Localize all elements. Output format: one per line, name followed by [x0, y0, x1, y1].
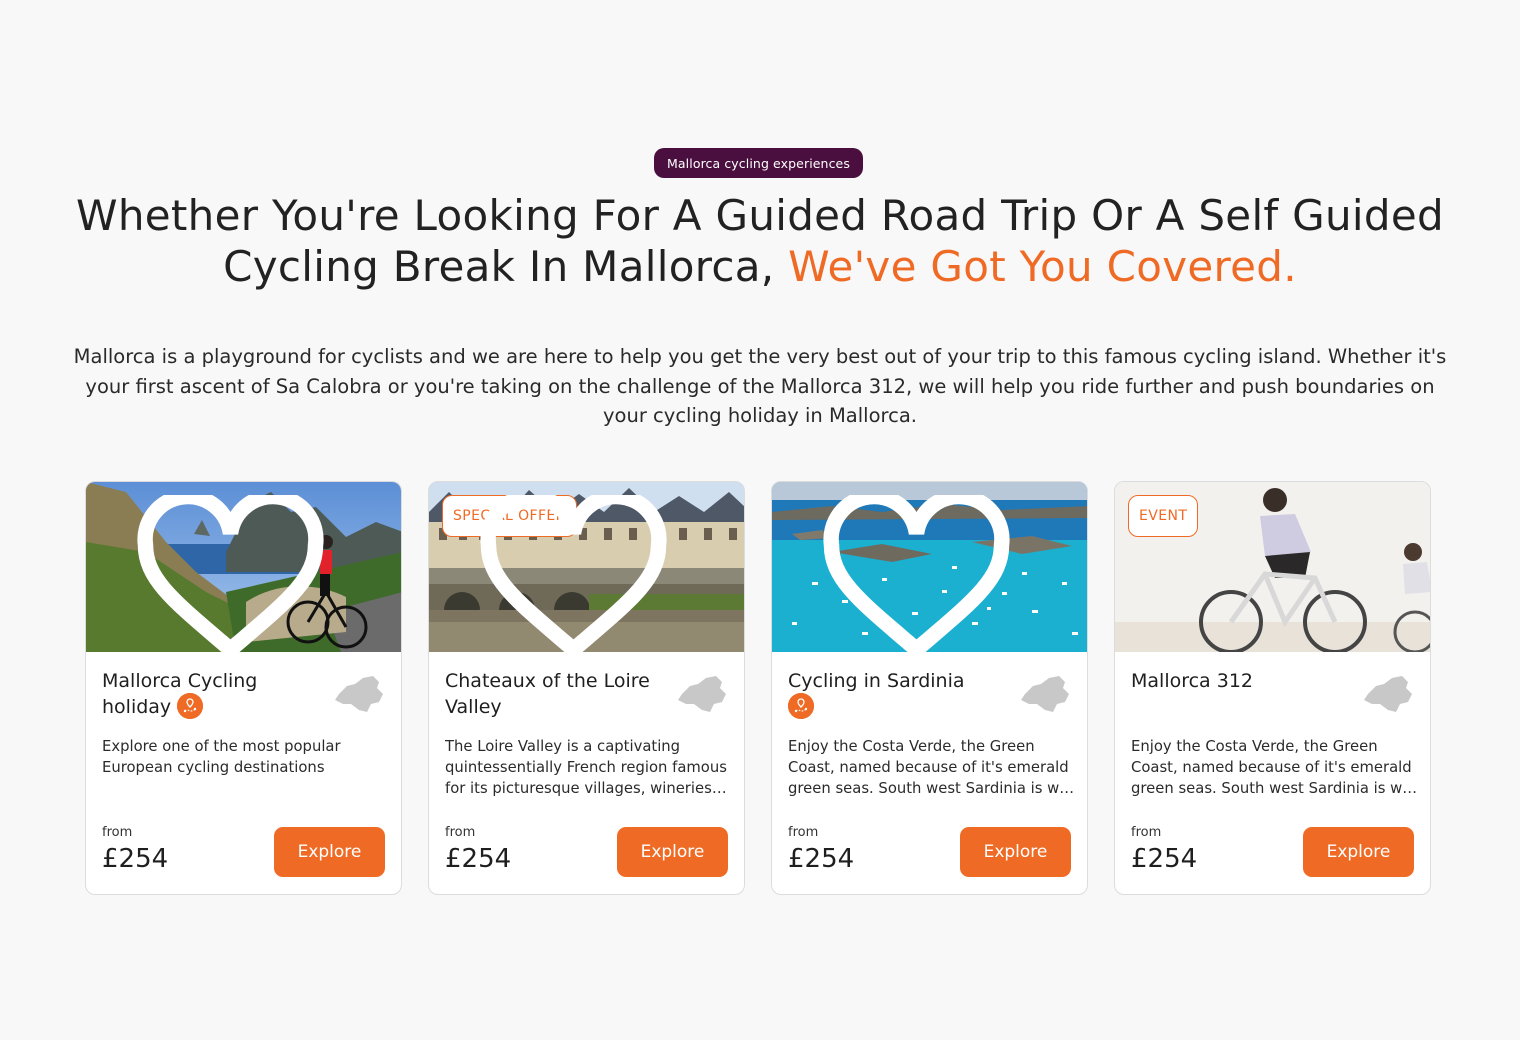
tour-price: £254: [445, 844, 512, 874]
tour-price: £254: [102, 844, 169, 874]
headline-line1: Whether You're Looking For A Guided Road…: [76, 191, 1444, 240]
mallorca-map-icon: [1021, 676, 1069, 712]
favorite-heart-icon[interactable]: [429, 495, 732, 652]
tour-card[interactable]: Mallorca Cycling holiday Explore one of …: [85, 481, 402, 895]
tour-title-text[interactable]: Mallorca 312: [1131, 670, 1253, 692]
tour-description: Enjoy the Costa Verde, the Green Coast, …: [1131, 738, 1420, 797]
favorite-heart-icon[interactable]: [86, 495, 389, 652]
tour-description: The Loire Valley is a captivating quinte…: [445, 738, 727, 797]
tour-price: £254: [788, 844, 855, 874]
tour-price: £254: [1131, 844, 1198, 874]
tour-description: Enjoy the Costa Verde, the Green Coast, …: [788, 738, 1077, 797]
tour-title[interactable]: Mallorca 312: [1131, 668, 1351, 694]
tour-image[interactable]: EVENT: [1115, 482, 1430, 652]
mallorca-map-icon: [678, 676, 726, 712]
tour-title[interactable]: Cycling in Sardinia: [788, 668, 1008, 721]
explore-button[interactable]: Explore: [1303, 827, 1414, 877]
event-badge: EVENT: [1128, 495, 1199, 537]
tour-card[interactable]: SPECIAL OFFER Chateaux of the Loire Vall…: [428, 481, 745, 895]
mallorca-map-icon: [335, 676, 383, 712]
favorite-heart-icon[interactable]: [772, 495, 1075, 652]
tour-image[interactable]: [86, 482, 401, 652]
tour-title[interactable]: Chateaux of the Loire Valley: [445, 668, 665, 720]
tour-card[interactable]: EVENT Mallorca 312 Enjoy the Costa Verde…: [1114, 481, 1431, 895]
intro-paragraph: Mallorca is a playground for cyclists an…: [73, 345, 1447, 427]
tour-title[interactable]: Mallorca Cycling holiday: [102, 668, 322, 721]
explore-button[interactable]: Explore: [274, 827, 385, 877]
section-headline: Whether You're Looking For A Guided Road…: [40, 190, 1480, 292]
tour-card[interactable]: Cycling in Sardinia Enjoy the Costa Verd…: [771, 481, 1088, 895]
headline-accent: We've Got You Covered.: [788, 242, 1297, 291]
tour-title-text[interactable]: Cycling in Sardinia: [788, 670, 965, 692]
tour-title-text[interactable]: Chateaux of the Loire Valley: [445, 670, 650, 718]
mallorca-map-icon: [1364, 676, 1412, 712]
headline-line2: Cycling Break In Mallorca,: [223, 242, 775, 291]
from-label: from: [788, 825, 819, 840]
section-tag: Mallorca cycling experiences: [654, 148, 863, 178]
tour-image[interactable]: SPECIAL OFFER: [429, 482, 744, 652]
tour-image[interactable]: [772, 482, 1087, 652]
explore-button[interactable]: Explore: [960, 827, 1071, 877]
from-label: from: [1131, 825, 1162, 840]
explore-button[interactable]: Explore: [617, 827, 728, 877]
tour-description: Explore one of the most popular European…: [102, 738, 341, 776]
route-pin-icon: [788, 692, 814, 719]
from-label: from: [445, 825, 476, 840]
from-label: from: [102, 825, 133, 840]
route-pin-icon: [177, 692, 204, 719]
